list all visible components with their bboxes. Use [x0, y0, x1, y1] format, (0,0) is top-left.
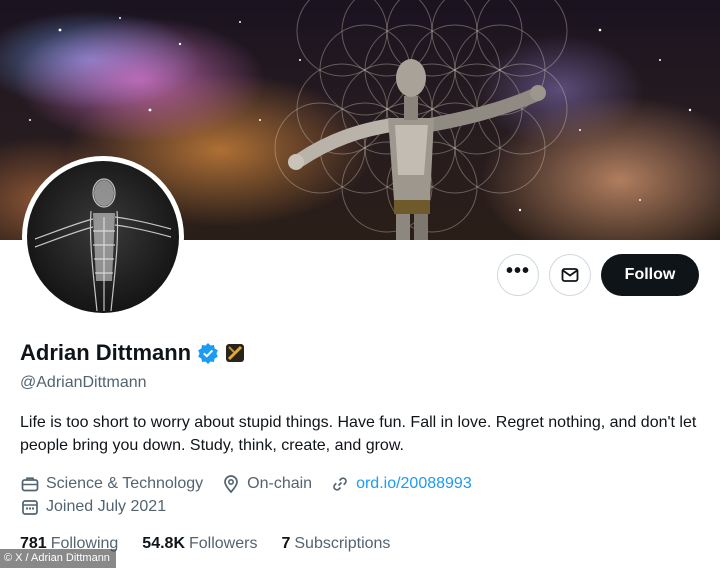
profile-avatar[interactable] [22, 156, 184, 318]
message-button[interactable] [549, 254, 591, 296]
user-handle: @AdrianDittmann [20, 374, 147, 391]
link-icon [333, 477, 347, 491]
profile-meta-row: Science & Technology On-chain ord.io/200… [20, 474, 490, 494]
followers-label: Followers [189, 535, 258, 552]
category-label: Science & Technology [46, 475, 204, 492]
profile-joined-row: Joined July 2021 [20, 497, 184, 517]
profile-joined: Joined July 2021 [20, 497, 166, 517]
verified-badge-icon[interactable] [197, 342, 219, 364]
profile-page: ••• Follow Adrian Dittmann @AdrianDittma… [0, 0, 720, 568]
image-credit: © X / Adrian Dittmann [0, 549, 116, 568]
avatar-image [27, 161, 179, 313]
calendar-icon [22, 500, 38, 515]
location-pin-icon [224, 475, 238, 494]
profile-bio: Life is too short to worry about stupid … [20, 414, 697, 454]
followers-count: 54.8K [142, 535, 185, 552]
location-label: On-chain [247, 475, 313, 492]
avatar-artwork [34, 178, 172, 312]
affiliate-badge-icon[interactable] [225, 343, 245, 363]
profile-website[interactable]: ord.io/20088993 [330, 474, 472, 494]
subscriptions-stat[interactable]: 7 Subscriptions [281, 535, 390, 553]
joined-label: Joined July 2021 [46, 498, 167, 515]
subscriptions-count: 7 [281, 535, 291, 552]
subscriptions-label: Subscriptions [294, 535, 391, 552]
name-row: Adrian Dittmann [20, 340, 245, 366]
more-icon: ••• [505, 259, 530, 282]
website-link[interactable]: ord.io/20088993 [356, 475, 472, 493]
profile-location: On-chain [221, 474, 312, 494]
mail-icon [561, 268, 579, 282]
display-name: Adrian Dittmann [20, 340, 192, 365]
more-options-button[interactable]: ••• [497, 254, 539, 296]
followers-stat[interactable]: 54.8K Followers [142, 535, 257, 553]
follow-button[interactable]: Follow [601, 254, 699, 296]
briefcase-icon [21, 477, 39, 492]
profile-category: Science & Technology [20, 474, 203, 494]
